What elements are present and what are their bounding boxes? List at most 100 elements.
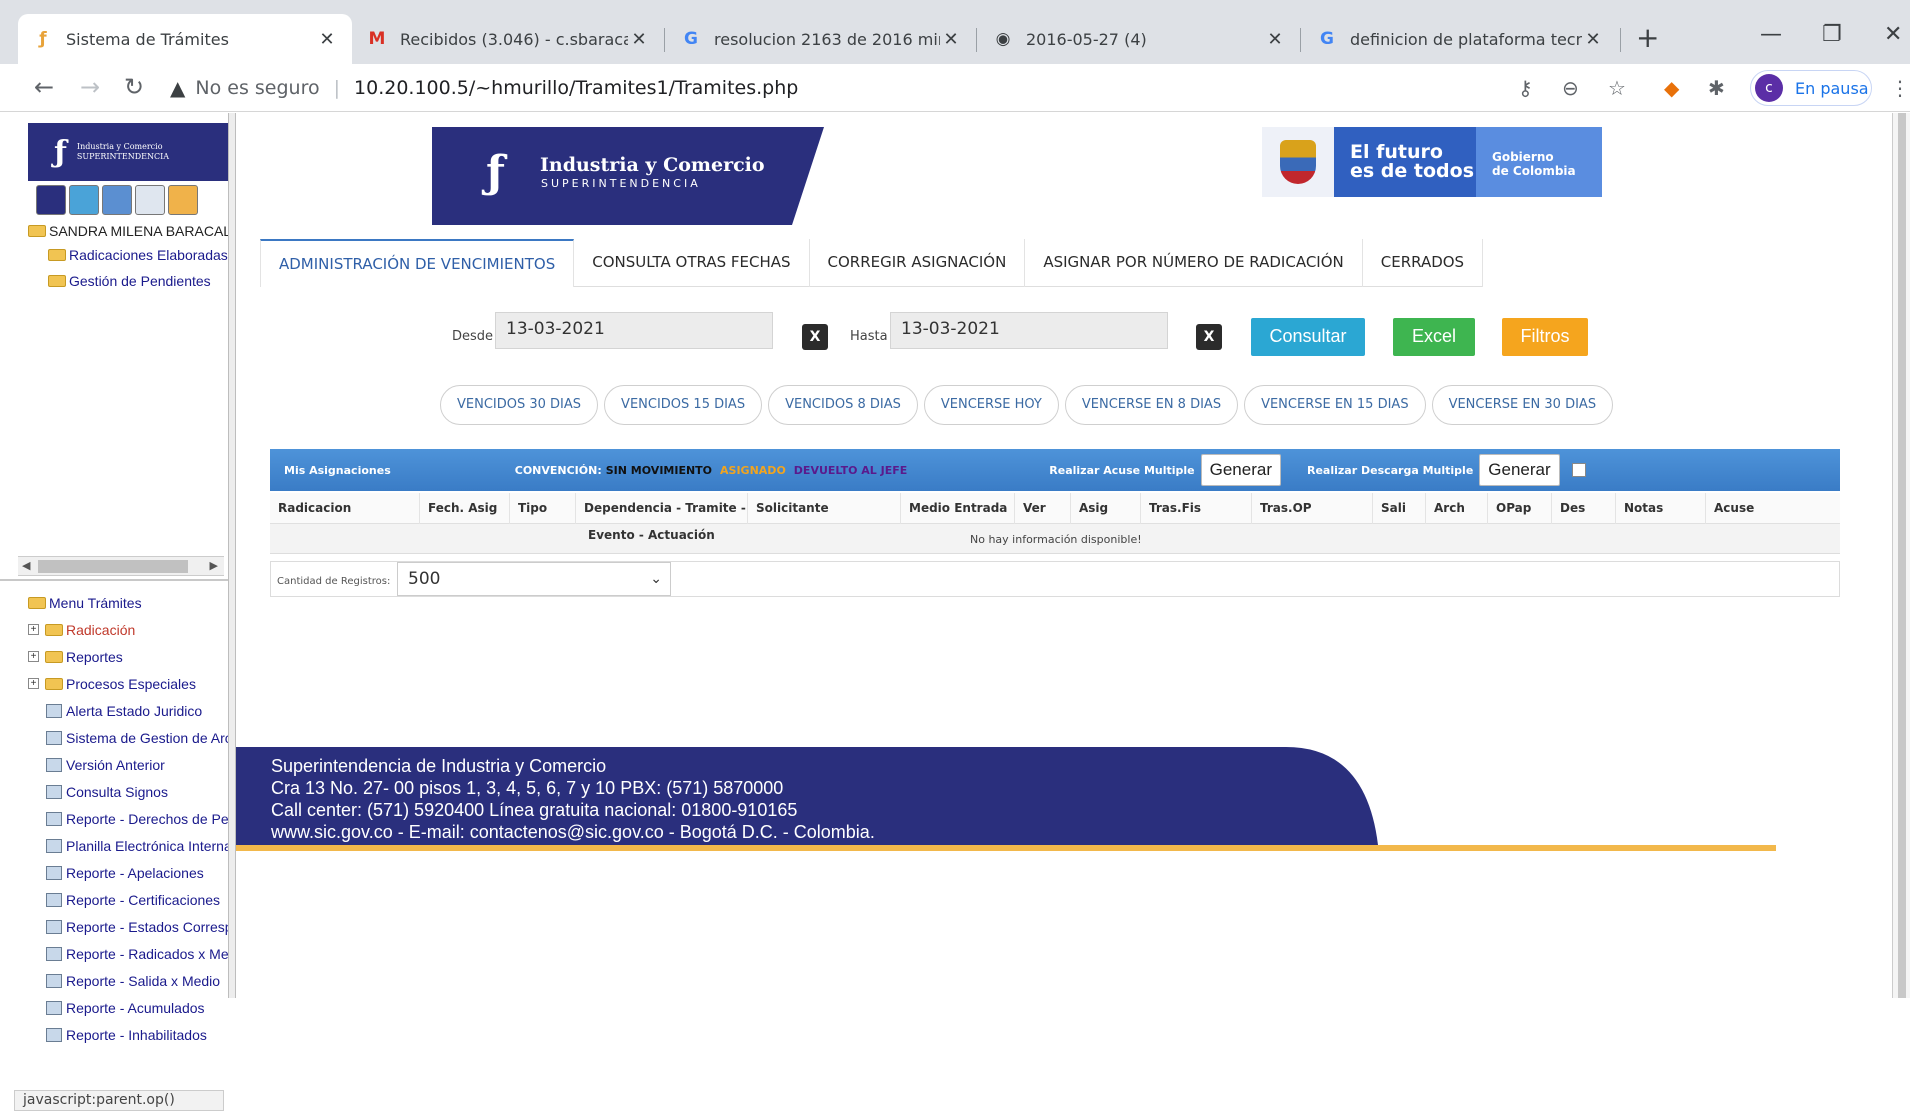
scroll-thumb[interactable] bbox=[38, 560, 188, 573]
select-all-checkbox[interactable] bbox=[1571, 463, 1586, 477]
generar-descarga-button[interactable]: Generar bbox=[1479, 454, 1560, 486]
clear-hasta-button[interactable]: X bbox=[1196, 324, 1222, 350]
tree-item-pendientes[interactable]: Gestión de Pendientes bbox=[28, 268, 252, 294]
expand-icon[interactable]: + bbox=[28, 678, 39, 689]
col-tras-op[interactable]: Tras.OP bbox=[1252, 493, 1373, 524]
bookmark-star-icon[interactable]: ☆ bbox=[1608, 76, 1626, 100]
col-radicacion[interactable]: Radicacion bbox=[270, 493, 420, 524]
web-icon[interactable] bbox=[69, 185, 99, 215]
sic-logo-mark: ƒ bbox=[54, 134, 67, 170]
pill-vencidos-15[interactable]: VENCIDOS 15 DIAS bbox=[604, 385, 763, 425]
cantidad-select[interactable]: 500 ⌄ bbox=[397, 562, 671, 596]
tab-asignar-radicacion[interactable]: ASIGNAR POR NÚMERO DE RADICACIÓN bbox=[1025, 239, 1363, 287]
pill-vencerse-15[interactable]: VENCERSE EN 15 DIAS bbox=[1244, 385, 1426, 425]
close-tab-icon[interactable]: ✕ bbox=[316, 29, 338, 50]
horizontal-scrollbar[interactable]: ◀ ▶ bbox=[18, 556, 224, 576]
address-bar[interactable]: ▲ No es seguro | 10.20.100.5/~hmurillo/T… bbox=[170, 70, 1550, 106]
col-solicitante[interactable]: Solicitante bbox=[748, 493, 901, 524]
col-sali[interactable]: Sali bbox=[1373, 493, 1426, 524]
tab-consulta-otras-fechas[interactable]: CONSULTA OTRAS FECHAS bbox=[574, 239, 810, 287]
box-icon[interactable] bbox=[168, 185, 198, 215]
profile-button[interactable]: c En pausa bbox=[1750, 70, 1872, 106]
sic-icon: ƒ bbox=[39, 29, 47, 49]
col-des[interactable]: Des bbox=[1552, 493, 1616, 524]
frame-resize-handle[interactable] bbox=[228, 113, 236, 998]
avatar: c bbox=[1755, 74, 1783, 102]
browser-tab-tramites[interactable]: ƒ Sistema de Trámites ✕ bbox=[18, 14, 352, 64]
restore-icon[interactable]: ❐ bbox=[1822, 22, 1842, 47]
user-node[interactable]: SANDRA MILENA BARACALDO bbox=[28, 220, 252, 242]
close-tab-icon[interactable]: ✕ bbox=[628, 29, 650, 50]
tab-title: 2016-05-27 (4) bbox=[1026, 29, 1147, 49]
book-icon[interactable] bbox=[102, 185, 132, 215]
tab-administracion[interactable]: ADMINISTRACIÓN DE VENCIMIENTOS bbox=[260, 239, 575, 287]
scroll-thumb[interactable] bbox=[1898, 113, 1906, 998]
expand-icon[interactable]: + bbox=[28, 651, 39, 662]
disc-icon[interactable] bbox=[135, 185, 165, 215]
pill-vencidos-30[interactable]: VENCIDOS 30 DIAS bbox=[440, 385, 599, 425]
new-tab-icon[interactable]: + bbox=[1636, 24, 1659, 52]
back-icon[interactable]: ← bbox=[34, 74, 54, 100]
sic-app-icon[interactable] bbox=[36, 185, 66, 215]
extension-alert-icon[interactable]: ◆ bbox=[1664, 76, 1679, 100]
divider: | bbox=[333, 77, 341, 99]
tree-item-radicaciones[interactable]: Radicaciones Elaboradas bbox=[28, 242, 252, 268]
browser-tab-resolucion[interactable]: G resolucion 2163 de 2016 ministerio ✕ bbox=[666, 14, 976, 64]
folder-icon bbox=[45, 650, 63, 663]
forward-icon[interactable]: → bbox=[80, 74, 100, 100]
pill-vencerse-hoy[interactable]: VENCERSE HOY bbox=[923, 385, 1059, 425]
page-icon bbox=[46, 946, 62, 961]
tab-cerrados[interactable]: CERRADOS bbox=[1363, 239, 1484, 287]
pill-vencerse-30[interactable]: VENCERSE EN 30 DIAS bbox=[1431, 385, 1614, 425]
folder-icon bbox=[45, 623, 63, 636]
hasta-date-input[interactable]: 13-03-2021 bbox=[890, 312, 1168, 349]
col-asig[interactable]: Asig bbox=[1071, 493, 1141, 524]
reload-icon[interactable]: ↻ bbox=[124, 74, 144, 100]
sidebar-page-item[interactable]: Reporte - Acumulados bbox=[28, 994, 289, 1021]
url-text[interactable]: 10.20.100.5/~hmurillo/Tramites1/Tramites… bbox=[354, 77, 798, 99]
browser-tab-pdf[interactable]: ◉ 2016-05-27 (4) ✕ bbox=[978, 14, 1300, 64]
google-icon: G bbox=[1320, 29, 1334, 49]
generar-acuse-button[interactable]: Generar bbox=[1200, 454, 1281, 486]
minimize-icon[interactable]: — bbox=[1760, 22, 1782, 47]
pill-vencidos-8[interactable]: VENCIDOS 8 DIAS bbox=[768, 385, 918, 425]
browser-tab-gmail[interactable]: M Recibidos (3.046) - c.sbaracaldo ✕ bbox=[352, 14, 664, 64]
col-tipo[interactable]: Tipo bbox=[510, 493, 576, 524]
col-fech-asig[interactable]: Fech. Asig bbox=[420, 493, 510, 524]
close-tab-icon[interactable]: ✕ bbox=[1582, 29, 1604, 50]
sic-logo-small: ƒ Industria y Comercio SUPERINTENDENCIA bbox=[28, 123, 228, 181]
col-medio-entrada[interactable]: Medio Entrada bbox=[901, 493, 1015, 524]
col-arch[interactable]: Arch bbox=[1426, 493, 1488, 524]
pill-vencerse-8[interactable]: VENCERSE EN 8 DIAS bbox=[1064, 385, 1239, 425]
col-notas[interactable]: Notas bbox=[1616, 493, 1706, 524]
warning-icon: ▲ bbox=[170, 76, 186, 100]
scroll-left-icon[interactable]: ◀ bbox=[22, 559, 30, 572]
clear-desde-button[interactable]: X bbox=[802, 324, 828, 350]
key-icon[interactable]: ⚷ bbox=[1518, 76, 1533, 100]
sidebar-page-item[interactable]: Reporte - Inhabilitados bbox=[28, 1021, 289, 1048]
zoom-icon[interactable]: ⊖ bbox=[1562, 76, 1579, 100]
menu-kebab-icon[interactable]: ⋮ bbox=[1890, 76, 1910, 100]
footer-line-2: Cra 13 No. 27- 00 pisos 1, 3, 4, 5, 6, 7… bbox=[271, 778, 784, 798]
close-window-icon[interactable]: ✕ bbox=[1884, 22, 1902, 47]
user-folder-icon bbox=[28, 225, 46, 237]
section-tabs: ADMINISTRACIÓN DE VENCIMIENTOS CONSULTA … bbox=[260, 239, 1484, 287]
col-opap[interactable]: OPap bbox=[1488, 493, 1552, 524]
excel-button[interactable]: Excel bbox=[1393, 318, 1475, 356]
close-tab-icon[interactable]: ✕ bbox=[1264, 29, 1286, 50]
col-dependencia[interactable]: Dependencia - Tramite - bbox=[576, 493, 748, 524]
page-icon bbox=[46, 757, 62, 772]
scroll-right-icon[interactable]: ▶ bbox=[210, 559, 218, 572]
col-ver[interactable]: Ver bbox=[1015, 493, 1071, 524]
tab-corregir-asignacion[interactable]: CORREGIR ASIGNACIÓN bbox=[810, 239, 1026, 287]
consultar-button[interactable]: Consultar bbox=[1251, 318, 1365, 356]
browser-tab-definicion[interactable]: G definicion de plataforma tecnologica ✕ bbox=[1302, 14, 1618, 64]
col-acuse[interactable]: Acuse bbox=[1706, 493, 1790, 524]
desde-date-input[interactable]: 13-03-2021 bbox=[495, 312, 773, 349]
vertical-scrollbar[interactable] bbox=[1892, 113, 1910, 998]
close-tab-icon[interactable]: ✕ bbox=[940, 29, 962, 50]
col-tras-fis[interactable]: Tras.Fis bbox=[1141, 493, 1252, 524]
filtros-button[interactable]: Filtros bbox=[1502, 318, 1588, 356]
expand-icon[interactable]: + bbox=[28, 624, 39, 635]
extensions-icon[interactable]: ✱ bbox=[1708, 76, 1725, 100]
